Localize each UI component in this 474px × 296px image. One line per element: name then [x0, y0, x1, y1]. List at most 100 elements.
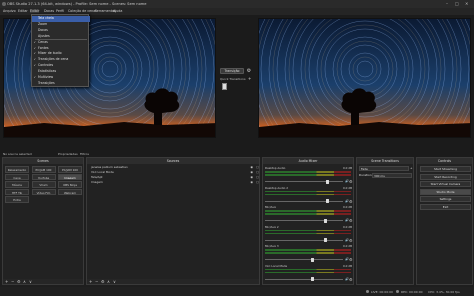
down-icon[interactable]: ∨ — [113, 279, 116, 284]
remove-icon[interactable]: − — [95, 279, 98, 284]
transition-button[interactable]: Transição — [220, 68, 244, 74]
up-icon[interactable]: ∧ — [107, 279, 110, 284]
sources-toolbar: + − ⚙ ∧ ∨ — [87, 279, 259, 284]
add-icon[interactable]: + — [5, 279, 8, 284]
source-item[interactable]: Imagem ◉ ▢ — [88, 180, 260, 185]
settings-icon[interactable]: ⚙ — [17, 279, 21, 284]
controls-dock: Controls Start Streaming Start Recording S… — [416, 157, 473, 285]
volume-meter — [265, 268, 351, 271]
control-button[interactable]: Settings — [420, 196, 471, 203]
menu-edit[interactable]: Editar — [18, 9, 28, 13]
view-menu-item-label: Multiview — [38, 75, 54, 79]
transition-select[interactable]: Fade — [359, 166, 409, 171]
source-toolbar: No source selected Propriedades Filtros — [0, 150, 474, 157]
view-menu-item[interactable]: ✓ Fontes — [32, 46, 90, 52]
volume-slider[interactable] — [265, 200, 343, 202]
scenes-toolbar: + − ⚙ ∧ ∨ — [3, 279, 83, 284]
program-canvas[interactable] — [258, 18, 471, 138]
volume-slider[interactable] — [265, 239, 343, 241]
title-bar: OBS Studio 27.1.3 (64-bit, windows) - Pr… — [0, 0, 474, 8]
volume-knob[interactable] — [310, 257, 314, 262]
scene-item[interactable]: Imagem — [58, 173, 82, 180]
scene-item[interactable]: Vídeo Fim — [31, 188, 56, 195]
scene-item[interactable]: HTF Tik — [5, 188, 29, 195]
gear-icon[interactable]: ⚙ — [349, 199, 353, 204]
scene-item[interactable]: Extra — [5, 196, 29, 203]
control-button[interactable]: Start Virtual Camera — [420, 181, 471, 188]
view-menu-item[interactable]: Zoom — [32, 22, 90, 28]
remove-icon[interactable]: − — [11, 279, 14, 284]
scene-item[interactable]: VCam — [31, 181, 56, 188]
source-label: Imagem — [91, 180, 103, 184]
sources-dock: Sources janelas pallium sebastian ◉ ▢ VLC L… — [86, 157, 260, 285]
gear-icon[interactable]: ⚙ — [349, 238, 353, 243]
view-menu-item[interactable]: Docas — [32, 28, 90, 34]
gear-icon[interactable]: ⚙ — [246, 68, 252, 74]
control-button[interactable]: Start Streaming — [420, 166, 471, 173]
filters-button[interactable]: Filtros — [80, 152, 89, 156]
view-menu-item[interactable]: Tela cheia — [32, 16, 90, 22]
lock-icon[interactable]: ▢ — [256, 180, 259, 185]
volume-slider[interactable] — [265, 278, 343, 280]
volume-meter — [265, 193, 351, 196]
scene-item[interactable]: PC/JAM 100 — [31, 166, 56, 173]
menu-scene-collection[interactable]: Coleção de cenas — [68, 9, 97, 13]
scene-item[interactable]: Música — [5, 181, 29, 188]
control-button[interactable]: Studio Mode — [420, 188, 471, 195]
plus-icon[interactable]: + — [248, 76, 251, 81]
volume-knob[interactable] — [325, 199, 329, 203]
volume-slider[interactable] — [265, 181, 343, 183]
live-icon — [366, 290, 369, 293]
view-menu-item[interactable]: ✓ Cenas — [32, 40, 90, 46]
view-menu-item[interactable]: ✓ Controles — [32, 63, 90, 69]
close-icon[interactable]: ✕ — [465, 1, 468, 6]
scene-item[interactable]: OBS Ninja — [58, 181, 82, 188]
gear-icon[interactable]: ⚙ — [349, 179, 353, 184]
volume-slider[interactable] — [265, 259, 343, 261]
channel-name: Desktop Audio — [265, 166, 286, 170]
view-menu-item-label: Ajustes — [38, 33, 50, 38]
scene-item[interactable]: Cena — [5, 173, 29, 180]
channel-db: 0.0 dB — [342, 205, 352, 209]
live-time: LIVE: 00:00:00 — [371, 289, 393, 294]
volume-knob[interactable] — [324, 238, 328, 242]
view-menu-item[interactable]: ✓ Multiview — [32, 75, 90, 81]
scene-item[interactable]: Relaxamento — [5, 166, 29, 173]
down-icon[interactable]: ∨ — [29, 279, 32, 284]
gear-icon[interactable]: ⚙ — [349, 218, 353, 223]
eye-icon[interactable]: ◉ — [250, 180, 253, 185]
check-icon: ✓ — [33, 39, 37, 44]
menu-profile[interactable]: Perfil — [56, 9, 64, 13]
view-menu-item[interactable]: Estatísticas — [32, 69, 90, 75]
view-menu-item[interactable]: ✓ Transições de cena — [32, 57, 90, 63]
channel-db: 0.0 dB — [342, 185, 352, 190]
audio-mixer-title: Audio Mixer — [263, 158, 353, 164]
menu-docks[interactable]: Docas — [44, 9, 54, 13]
add-icon[interactable]: + — [89, 279, 92, 284]
menu-file[interactable]: Arquivo — [3, 9, 16, 13]
plus-icon[interactable]: + — [410, 166, 413, 170]
t-bar-slider[interactable] — [222, 83, 227, 90]
channel-name: VLC Local Mode — [265, 263, 288, 268]
view-menu-item[interactable]: ✓ Mixer de áudio — [32, 51, 90, 57]
volume-knob[interactable] — [324, 218, 328, 223]
minimize-icon[interactable]: – — [446, 1, 448, 6]
scene-item[interactable]: PC/JAM 100 — [58, 166, 82, 173]
view-menu-item[interactable]: Transições — [32, 81, 90, 87]
duration-input[interactable]: 300 ms — [372, 172, 412, 178]
control-button[interactable]: Start Recording — [420, 173, 471, 180]
scene-item[interactable]: YouTube — [31, 173, 56, 180]
control-button[interactable]: Exit — [420, 203, 471, 210]
scene-item[interactable]: Webcam — [58, 188, 82, 195]
volume-knob[interactable] — [310, 277, 314, 281]
settings-icon[interactable]: ⚙ — [101, 279, 105, 284]
menu-help[interactable]: Ajuda — [113, 9, 122, 13]
volume-knob[interactable] — [325, 179, 329, 184]
gear-icon[interactable]: ⚙ — [349, 277, 353, 282]
menu-view[interactable]: Exibir — [30, 9, 40, 14]
up-icon[interactable]: ∧ — [23, 279, 26, 284]
volume-slider[interactable] — [265, 220, 343, 222]
maximize-icon[interactable]: □ — [455, 1, 459, 6]
gear-icon[interactable]: ⚙ — [349, 257, 353, 262]
properties-button[interactable]: Propriedades — [58, 152, 78, 156]
